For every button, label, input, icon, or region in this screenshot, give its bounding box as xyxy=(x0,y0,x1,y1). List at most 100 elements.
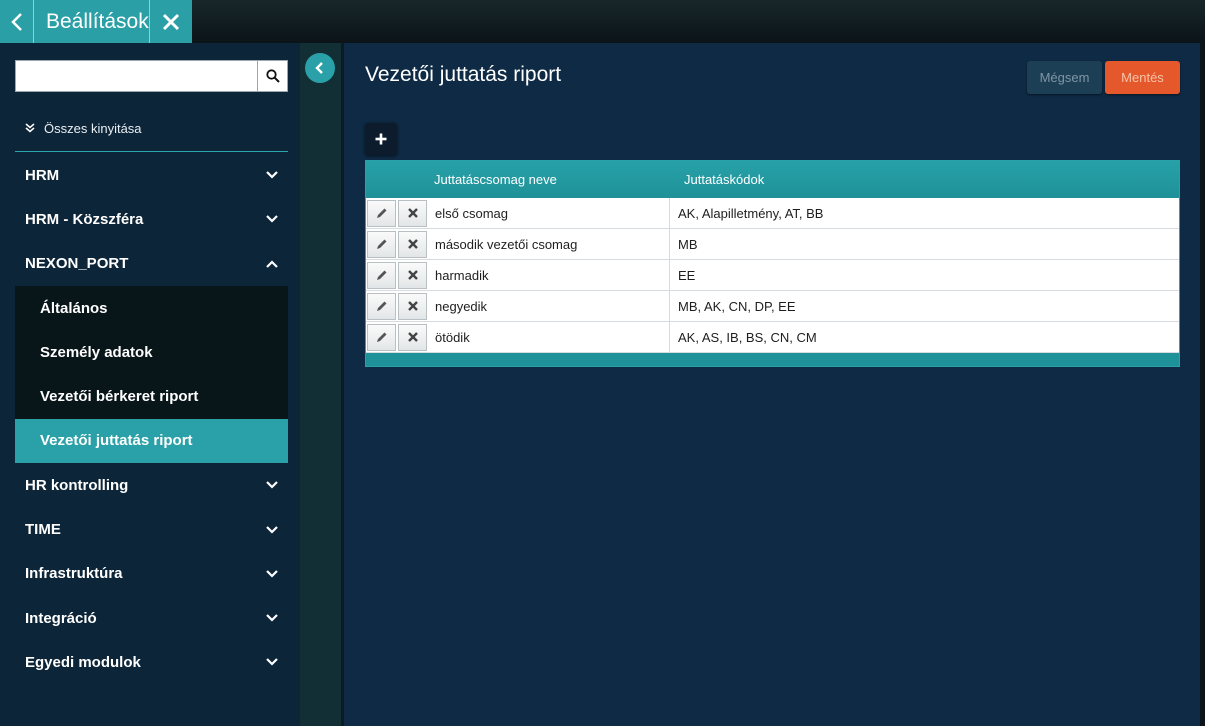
table-row: első csomag AK, Alapilletmény, AT, BB xyxy=(366,198,1179,229)
cell-package-name: harmadik xyxy=(430,260,670,290)
cancel-button[interactable]: Mégsem xyxy=(1027,61,1102,94)
delete-row-button[interactable] xyxy=(398,292,427,320)
main-content: Vezetői juttatás riport Mégsem Mentés Ju… xyxy=(344,43,1200,726)
collapse-sidebar-button[interactable] xyxy=(305,53,335,83)
table-row: ötödik AK, AS, IB, BS, CN, CM xyxy=(366,322,1179,353)
chevron-down-icon xyxy=(266,614,278,622)
expand-all-label: Összes kinyitása xyxy=(44,120,142,136)
table-footer xyxy=(366,353,1179,366)
sidebar-item-label: Egyedi modulok xyxy=(25,653,141,671)
sidebar-item-label: Integráció xyxy=(25,609,97,627)
back-button[interactable] xyxy=(0,0,34,43)
edit-row-button[interactable] xyxy=(367,292,396,320)
delete-row-button[interactable] xyxy=(398,199,427,227)
cell-package-name: első csomag xyxy=(430,198,670,228)
app-title: Beállítások xyxy=(34,0,150,43)
row-actions xyxy=(366,291,430,321)
double-chevron-down-icon xyxy=(25,123,35,133)
close-icon xyxy=(162,13,180,30)
sidebar-subitem-vezetoi-juttatas-riport[interactable]: Vezetői juttatás riport xyxy=(15,418,288,464)
x-icon xyxy=(407,332,418,342)
edit-row-button[interactable] xyxy=(367,199,396,227)
window-edge xyxy=(1200,43,1205,726)
delete-row-button[interactable] xyxy=(398,261,427,289)
chevron-up-icon xyxy=(266,260,278,268)
chevron-down-icon xyxy=(266,481,278,489)
plus-icon xyxy=(375,133,387,145)
close-button[interactable] xyxy=(150,0,192,43)
table-row: negyedik MB, AK, CN, DP, EE xyxy=(366,291,1179,322)
sidebar-item-integracio[interactable]: Integráció xyxy=(15,595,288,641)
add-row-button[interactable] xyxy=(365,123,397,155)
sidebar-menu: HRM HRM - Közszféra NEXON_PORT Általános… xyxy=(15,153,288,685)
search-button[interactable] xyxy=(258,60,288,92)
cell-benefit-codes: EE xyxy=(678,267,696,283)
pencil-icon xyxy=(376,270,386,280)
delete-row-button[interactable] xyxy=(398,230,427,258)
cell-benefit-codes: MB xyxy=(678,236,698,252)
sidebar-item-infrastruktura[interactable]: Infrastruktúra xyxy=(15,551,288,596)
chevron-left-icon xyxy=(315,62,323,74)
top-bar: Beállítások xyxy=(0,0,1205,43)
sidebar-item-hrm[interactable]: HRM xyxy=(15,153,288,198)
expand-all-button[interactable]: Összes kinyitása xyxy=(15,105,288,152)
column-header-codes[interactable]: Juttatáskódok xyxy=(675,172,1179,187)
delete-row-button[interactable] xyxy=(398,323,427,351)
x-icon xyxy=(407,270,418,280)
sidebar-item-egyedi-modulok[interactable]: Egyedi modulok xyxy=(15,640,288,685)
sidebar-item-label: NEXON_PORT xyxy=(25,255,129,273)
pencil-icon xyxy=(376,239,386,249)
cell-package-name: második vezetői csomag xyxy=(430,229,670,259)
page-title: Vezetői juttatás riport xyxy=(365,63,562,86)
cell-package-name: ötödik xyxy=(430,322,670,352)
chevron-down-icon xyxy=(266,570,278,578)
search-input[interactable] xyxy=(15,60,258,92)
sidebar-subitem-label: Általános xyxy=(40,299,108,317)
sidebar-item-label: HR kontrolling xyxy=(25,476,129,494)
app-header: Beállítások xyxy=(0,0,192,43)
x-icon xyxy=(407,301,418,311)
cell-benefit-codes: AK, AS, IB, BS, CN, CM xyxy=(678,329,817,345)
edit-row-button[interactable] xyxy=(367,261,396,289)
pencil-icon xyxy=(376,301,386,311)
edit-row-button[interactable] xyxy=(367,323,396,351)
table-row: második vezetői csomag MB xyxy=(366,229,1179,260)
pencil-icon xyxy=(376,208,386,218)
sidebar-search xyxy=(15,60,288,92)
search-icon xyxy=(265,69,280,83)
chevron-down-icon xyxy=(266,658,278,666)
benefit-package-table: Juttatáscsomag neve Juttatáskódok első c… xyxy=(365,160,1180,367)
chevron-down-icon xyxy=(266,171,278,179)
row-actions xyxy=(366,198,430,228)
sidebar-subitem-label: Vezetői bérkeret riport xyxy=(40,388,199,406)
sidebar-divider xyxy=(300,43,341,726)
sidebar-item-time[interactable]: TIME xyxy=(15,507,288,552)
sidebar: Összes kinyitása HRM HRM - Közszféra NEX… xyxy=(0,43,300,726)
sidebar-subitem-altalanos[interactable]: Általános xyxy=(15,285,288,331)
sidebar-subitem-label: Személy adatok xyxy=(40,343,153,361)
table-header: Juttatáscsomag neve Juttatáskódok xyxy=(366,161,1179,198)
sidebar-item-label: HRM xyxy=(25,166,60,184)
edit-row-button[interactable] xyxy=(367,230,396,258)
row-actions xyxy=(366,260,430,290)
sidebar-subitem-label: Vezetői juttatás riport xyxy=(40,432,193,450)
x-icon xyxy=(407,239,418,249)
sidebar-item-label: TIME xyxy=(25,521,61,539)
column-header-name[interactable]: Juttatáscsomag neve xyxy=(430,172,675,187)
sidebar-item-hr-kontrolling[interactable]: HR kontrolling xyxy=(15,463,288,508)
top-bar-background xyxy=(192,0,1205,43)
pencil-icon xyxy=(376,332,386,342)
chevron-down-icon xyxy=(266,215,278,223)
sidebar-subitem-szemely-adatok[interactable]: Személy adatok xyxy=(15,330,288,375)
cell-package-name: negyedik xyxy=(430,291,670,321)
cell-benefit-codes: AK, Alapilletmény, AT, BB xyxy=(678,205,824,221)
sidebar-item-nexon-port[interactable]: NEXON_PORT xyxy=(15,241,288,286)
cell-benefit-codes: MB, AK, CN, DP, EE xyxy=(678,298,796,314)
sidebar-subitem-vezetoi-berkeret-riport[interactable]: Vezetői bérkeret riport xyxy=(15,374,288,419)
table-row: harmadik EE xyxy=(366,260,1179,291)
chevron-down-icon xyxy=(266,525,278,534)
x-icon xyxy=(407,208,418,218)
save-button[interactable]: Mentés xyxy=(1105,61,1180,94)
sidebar-item-label: HRM - Közszféra xyxy=(25,210,144,228)
sidebar-item-hrm-kozszfera[interactable]: HRM - Közszféra xyxy=(15,197,288,242)
